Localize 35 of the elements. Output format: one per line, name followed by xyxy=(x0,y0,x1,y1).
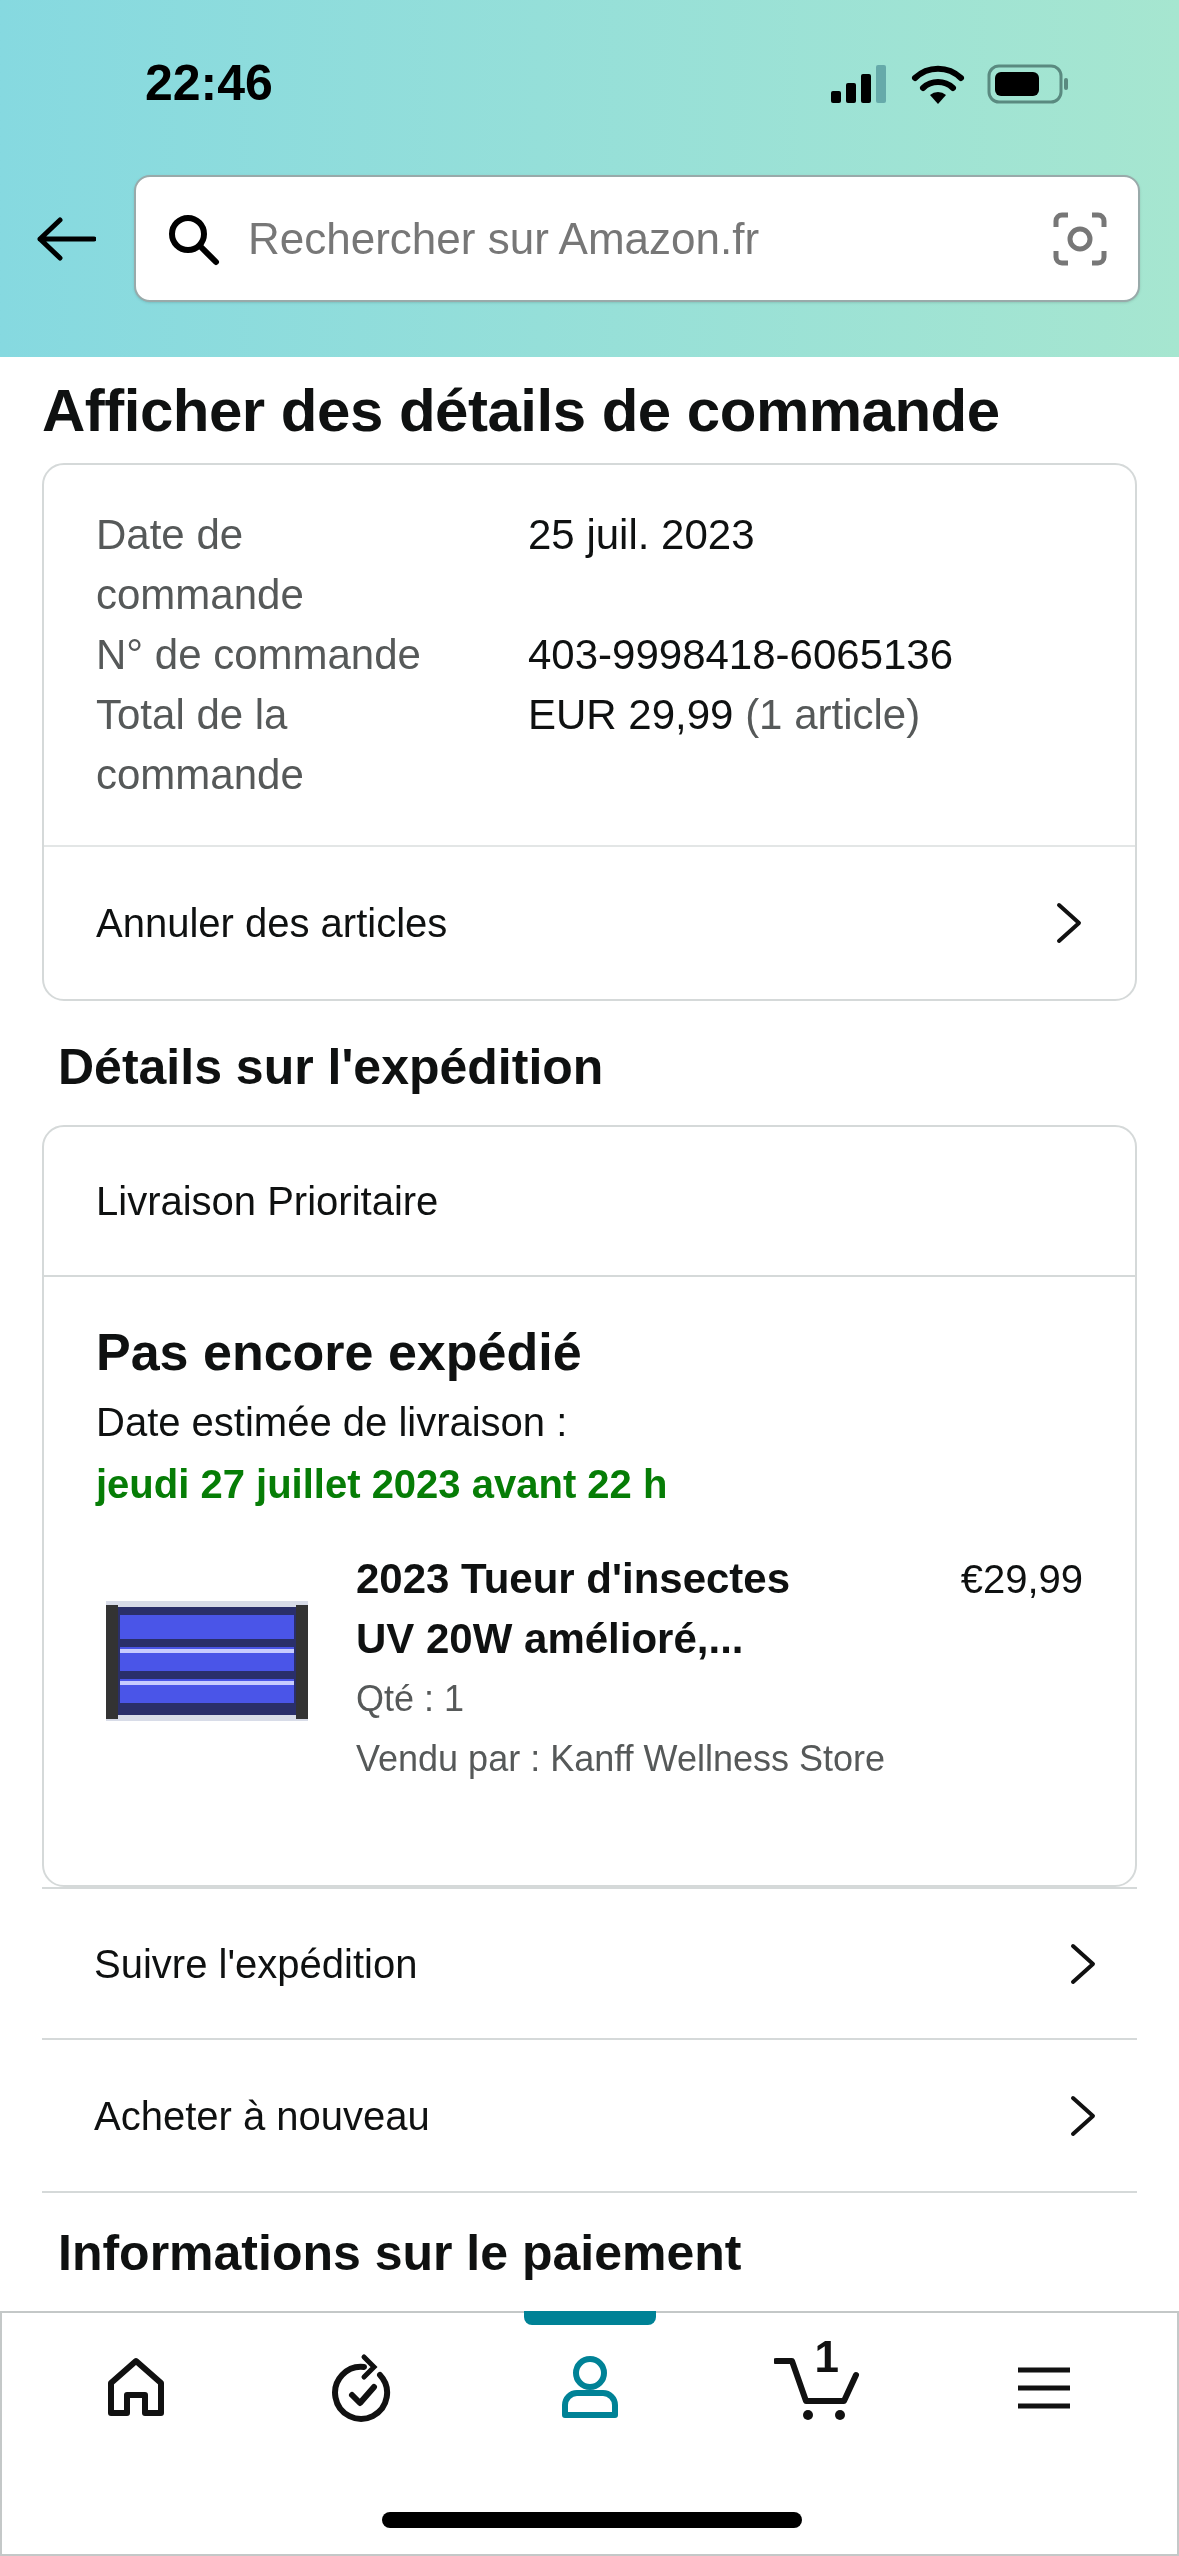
list-row[interactable]: Acheter à nouveau xyxy=(42,2040,1137,2194)
product-quantity: Qté : 1 xyxy=(356,1677,466,1722)
menu-icon xyxy=(1015,2366,1072,2410)
page-title: Afficher des détails de commande xyxy=(42,376,1001,446)
section-heading: Détails sur l'expédition xyxy=(57,1038,605,1097)
field-value: 25 juil. 2023 xyxy=(528,510,756,560)
section-heading: Informations sur le paiement xyxy=(57,2224,743,2284)
field-label: Date de commande xyxy=(96,510,305,620)
estimate-label: Date estimée de livraison : xyxy=(96,1399,569,1447)
camera-icon[interactable] xyxy=(1052,210,1108,267)
search-field[interactable]: Rechercher sur Amazon.fr xyxy=(248,205,1024,272)
wifi-icon xyxy=(911,63,965,104)
cancel-items-button[interactable]: Annuler des articles xyxy=(44,845,1135,999)
list-row[interactable]: Suivre l'expédition xyxy=(42,1887,1137,2041)
delivery-method: Livraison Prioritaire xyxy=(96,1178,439,1225)
field-label: Total de la commande xyxy=(96,690,305,800)
battery-icon xyxy=(987,63,1069,104)
field-label: N° de commande xyxy=(96,630,422,680)
cart-count: 1 xyxy=(814,2335,839,2379)
field-value: EUR 29,99 xyxy=(528,691,734,738)
chevron-icon xyxy=(1069,2093,1097,2138)
status-time: 22:46 xyxy=(145,54,273,113)
search-bar[interactable]: Rechercher sur Amazon.fr xyxy=(134,175,1140,302)
person-icon xyxy=(560,2355,619,2421)
signal-icon xyxy=(831,64,889,103)
product-price: €29,99 xyxy=(960,1556,1083,1604)
product-title[interactable]: 2023 Tueur d'insectes UV 20W amélioré,... xyxy=(356,1549,826,1670)
field-value: 403-9998418-6065136 xyxy=(528,630,955,680)
chevron-icon xyxy=(1069,1941,1097,1986)
shipment-status: Pas encore expédié xyxy=(96,1322,583,1383)
field-note: (1 article) xyxy=(745,691,921,738)
cart-tab[interactable]: 1 xyxy=(746,2313,887,2463)
chevron-icon xyxy=(1055,901,1083,945)
product-seller: Vendu par : Kanff Wellness Store xyxy=(356,1737,886,1782)
estimate-date: jeudi 27 juillet 2023 avant 22 h xyxy=(96,1461,669,1509)
